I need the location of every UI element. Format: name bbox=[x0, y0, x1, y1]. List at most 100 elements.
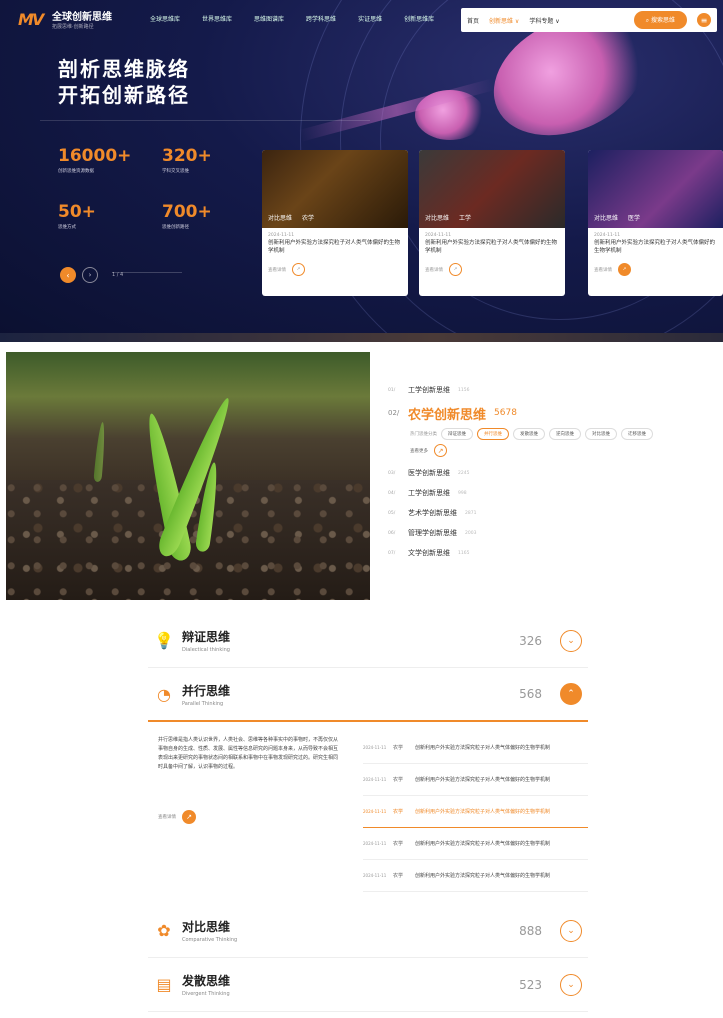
panel-more[interactable]: 查看详情 ↗ bbox=[158, 810, 196, 824]
field-more[interactable]: 查看更多 ↗ bbox=[410, 444, 718, 457]
field-item-active[interactable]: 02/ 农学创新思维 5678 bbox=[388, 400, 718, 426]
stat-paths: 700+ 思维创新路径 bbox=[162, 202, 212, 230]
card-more-label: 查看详情 bbox=[425, 267, 443, 273]
top-bar: 首页 创新思维 ∨ 学科专题 ∨ ⌕ 搜索思维 ≡ bbox=[461, 8, 717, 32]
field-number: 06/ bbox=[388, 530, 396, 536]
divider bbox=[40, 120, 370, 121]
nav-item[interactable]: 全球思维库 bbox=[150, 14, 180, 23]
nav-item[interactable]: 思维图谱库 bbox=[254, 14, 284, 23]
nav-item[interactable]: 跨学科思维 bbox=[306, 14, 336, 23]
expand-toggle-button[interactable]: ⌄ bbox=[560, 973, 582, 996]
field-item[interactable]: 06/ 管理学创新思维 2003 bbox=[388, 523, 718, 543]
logo[interactable]: MV 全球创新思维 拓展思维·创新路径 bbox=[18, 8, 112, 30]
logo-mark: MV bbox=[18, 10, 44, 29]
accordion-row-comparative[interactable]: ✿ 对比思维 Comparative Thinking 888 ⌄ bbox=[148, 904, 588, 958]
field-count: 2003 bbox=[465, 530, 477, 536]
category-chip[interactable]: 迁移思维 bbox=[621, 428, 653, 440]
article-row[interactable]: 2024-11-11 农学 创新利用户外实验方法探究粒子对人类气体偏好的生物学机… bbox=[363, 764, 588, 796]
top-link-subjects[interactable]: 学科专题 ∨ bbox=[529, 16, 559, 25]
article-row[interactable]: 2024-11-11 农学 创新利用户外实验方法探究粒子对人类气体偏好的生物学机… bbox=[363, 860, 588, 892]
expand-toggle-button[interactable]: ⌄ bbox=[560, 629, 582, 652]
collapse-toggle-button[interactable]: ⌃ bbox=[560, 683, 582, 705]
article-title: 创新利用户外实验方法探究粒子对人类气体偏好的生物学机制 bbox=[415, 873, 551, 879]
article-date: 2024-11-11 bbox=[363, 745, 387, 750]
hero-headline: 剖析思维脉络 开拓创新路径 bbox=[58, 56, 190, 108]
featured-card[interactable]: 对比思维 工学 2024-11-11 创新利用户外实验方法探究粒子对人类气体偏好… bbox=[419, 150, 565, 296]
card-image-dna: 对比思维 农学 bbox=[262, 150, 408, 228]
field-name: 工学创新思维 bbox=[408, 489, 450, 497]
accordion-row-divergent[interactable]: ▤ 发散思维 Divergent Thinking 523 ⌄ bbox=[148, 958, 588, 1012]
field-list: 01/ 工学创新思维 1156 02/ 农学创新思维 5678 热门思维分类 辩… bbox=[388, 380, 718, 563]
chips-label: 热门思维分类 bbox=[410, 432, 437, 437]
expand-toggle-button[interactable]: ⌄ bbox=[560, 919, 582, 942]
field-item[interactable]: 07/ 文学创新思维 1165 bbox=[388, 543, 718, 563]
stat-number: 16000+ bbox=[58, 146, 132, 166]
card-date: 2024-11-11 bbox=[268, 233, 295, 238]
headline-line-2: 开拓创新路径 bbox=[58, 83, 190, 107]
arrow-icon[interactable]: ↗ bbox=[449, 263, 462, 276]
stat-label: 思维方式 bbox=[58, 225, 76, 230]
field-count: 5678 bbox=[494, 408, 517, 418]
accordion-row-dialectical[interactable]: 💡 辩证思维 Dialectical thinking 326 ⌄ bbox=[148, 614, 588, 668]
carousel-next-button[interactable]: › bbox=[82, 267, 98, 283]
field-item[interactable]: 03/ 医学创新思维 2245 bbox=[388, 463, 718, 483]
nav-item[interactable]: 创新思维库 bbox=[404, 14, 434, 23]
accordion-subtitle: Dialectical thinking bbox=[182, 647, 230, 653]
stat-methods: 50+ 思维方式 bbox=[58, 202, 96, 230]
document-icon: ▤ bbox=[156, 975, 172, 994]
card-title: 创新利用户外实验方法探究粒子对人类气体偏好的生物学机制 bbox=[594, 240, 716, 254]
arrow-icon[interactable]: ↗ bbox=[618, 263, 631, 276]
arrow-icon[interactable]: ↗ bbox=[182, 810, 196, 824]
carousel-pager: ‹ › 1 / 4 bbox=[60, 267, 123, 283]
field-name: 文学创新思维 bbox=[408, 549, 450, 557]
field-name: 艺术学创新思维 bbox=[408, 509, 457, 517]
arrow-icon[interactable]: ↗ bbox=[434, 444, 447, 457]
field-name: 管理学创新思维 bbox=[408, 529, 457, 537]
menu-icon[interactable]: ≡ bbox=[697, 13, 711, 27]
field-number: 02/ bbox=[388, 409, 400, 417]
article-row[interactable]: 2024-11-11 农学 创新利用户外实验方法探究粒子对人类气体偏好的生物学机… bbox=[363, 732, 588, 764]
article-row-hover[interactable]: 2024-11-11 农学 创新利用户外实验方法探究粒子对人类气体偏好的生物学机… bbox=[363, 796, 588, 828]
accordion-title: 并行思维 bbox=[182, 683, 231, 698]
accordion-row-parallel[interactable]: ◔ 并行思维 Parallel Thinking 568 ⌃ bbox=[148, 668, 588, 722]
category-chip[interactable]: 发散思维 bbox=[513, 428, 545, 440]
main-nav: 全球思维库 世界思维库 思维图谱库 跨学科思维 实证思维 创新思维库 bbox=[150, 14, 434, 23]
card-title: 创新利用户外实验方法探究粒子对人类气体偏好的生物学机制 bbox=[268, 240, 401, 254]
category-chip[interactable]: 逆向思维 bbox=[549, 428, 581, 440]
stat-number: 320+ bbox=[162, 146, 212, 166]
card-title: 创新利用户外实验方法探究粒子对人类气体偏好的生物学机制 bbox=[425, 240, 558, 254]
arrow-icon[interactable]: ↗ bbox=[292, 263, 305, 276]
nav-item[interactable]: 世界思维库 bbox=[202, 14, 232, 23]
field-number: 03/ bbox=[388, 470, 396, 476]
carousel-prev-button[interactable]: ‹ bbox=[60, 267, 76, 283]
category-chip[interactable]: 辩证思维 bbox=[441, 428, 473, 440]
stat-label: 思维创新路径 bbox=[162, 225, 189, 230]
featured-card[interactable]: 对比思维 农学 2024-11-11 创新利用户外实验方法探究粒子对人类气体偏好… bbox=[262, 150, 408, 296]
headline-line-1: 剖析思维脉络 bbox=[58, 57, 190, 81]
field-count: 1165 bbox=[458, 550, 470, 556]
stat-number: 50+ bbox=[58, 202, 96, 222]
card-image-lab: 对比思维 工学 bbox=[419, 150, 565, 228]
parallel-icon: ◔ bbox=[157, 684, 171, 704]
field-item[interactable]: 01/ 工学创新思维 1156 bbox=[388, 380, 718, 400]
article-category: 农学 bbox=[393, 809, 404, 815]
search-button[interactable]: ⌕ 搜索思维 bbox=[633, 11, 687, 29]
field-number: 04/ bbox=[388, 490, 396, 496]
nav-item[interactable]: 实证思维 bbox=[358, 14, 382, 23]
category-chip-selected[interactable]: 并行思维 bbox=[477, 428, 509, 440]
accordion-count: 568 bbox=[519, 687, 542, 701]
featured-card[interactable]: 对比思维 医学 2024-11-11 创新利用户外实验方法探究粒子对人类气体偏好… bbox=[588, 150, 723, 296]
article-title: 创新利用户外实验方法探究粒子对人类气体偏好的生物学机制 bbox=[415, 745, 551, 751]
accordion-subtitle: Parallel Thinking bbox=[182, 700, 224, 707]
accordion-title: 对比思维 bbox=[182, 920, 231, 934]
accordion-count: 523 bbox=[519, 977, 542, 992]
article-row[interactable]: 2024-11-11 农学 创新利用户外实验方法探究粒子对人类气体偏好的生物学机… bbox=[363, 828, 588, 860]
card-tag: 医学 bbox=[628, 215, 641, 222]
top-link-innovation[interactable]: 创新思维 ∨ bbox=[489, 16, 519, 25]
top-link-home[interactable]: 首页 bbox=[467, 16, 479, 25]
category-chip[interactable]: 对比思维 bbox=[585, 428, 617, 440]
field-count: 998 bbox=[458, 490, 467, 496]
field-item[interactable]: 04/ 工学创新思维 998 bbox=[388, 483, 718, 503]
field-item[interactable]: 05/ 艺术学创新思维 2871 bbox=[388, 503, 718, 523]
lightbulb-icon: 💡 bbox=[154, 631, 174, 650]
